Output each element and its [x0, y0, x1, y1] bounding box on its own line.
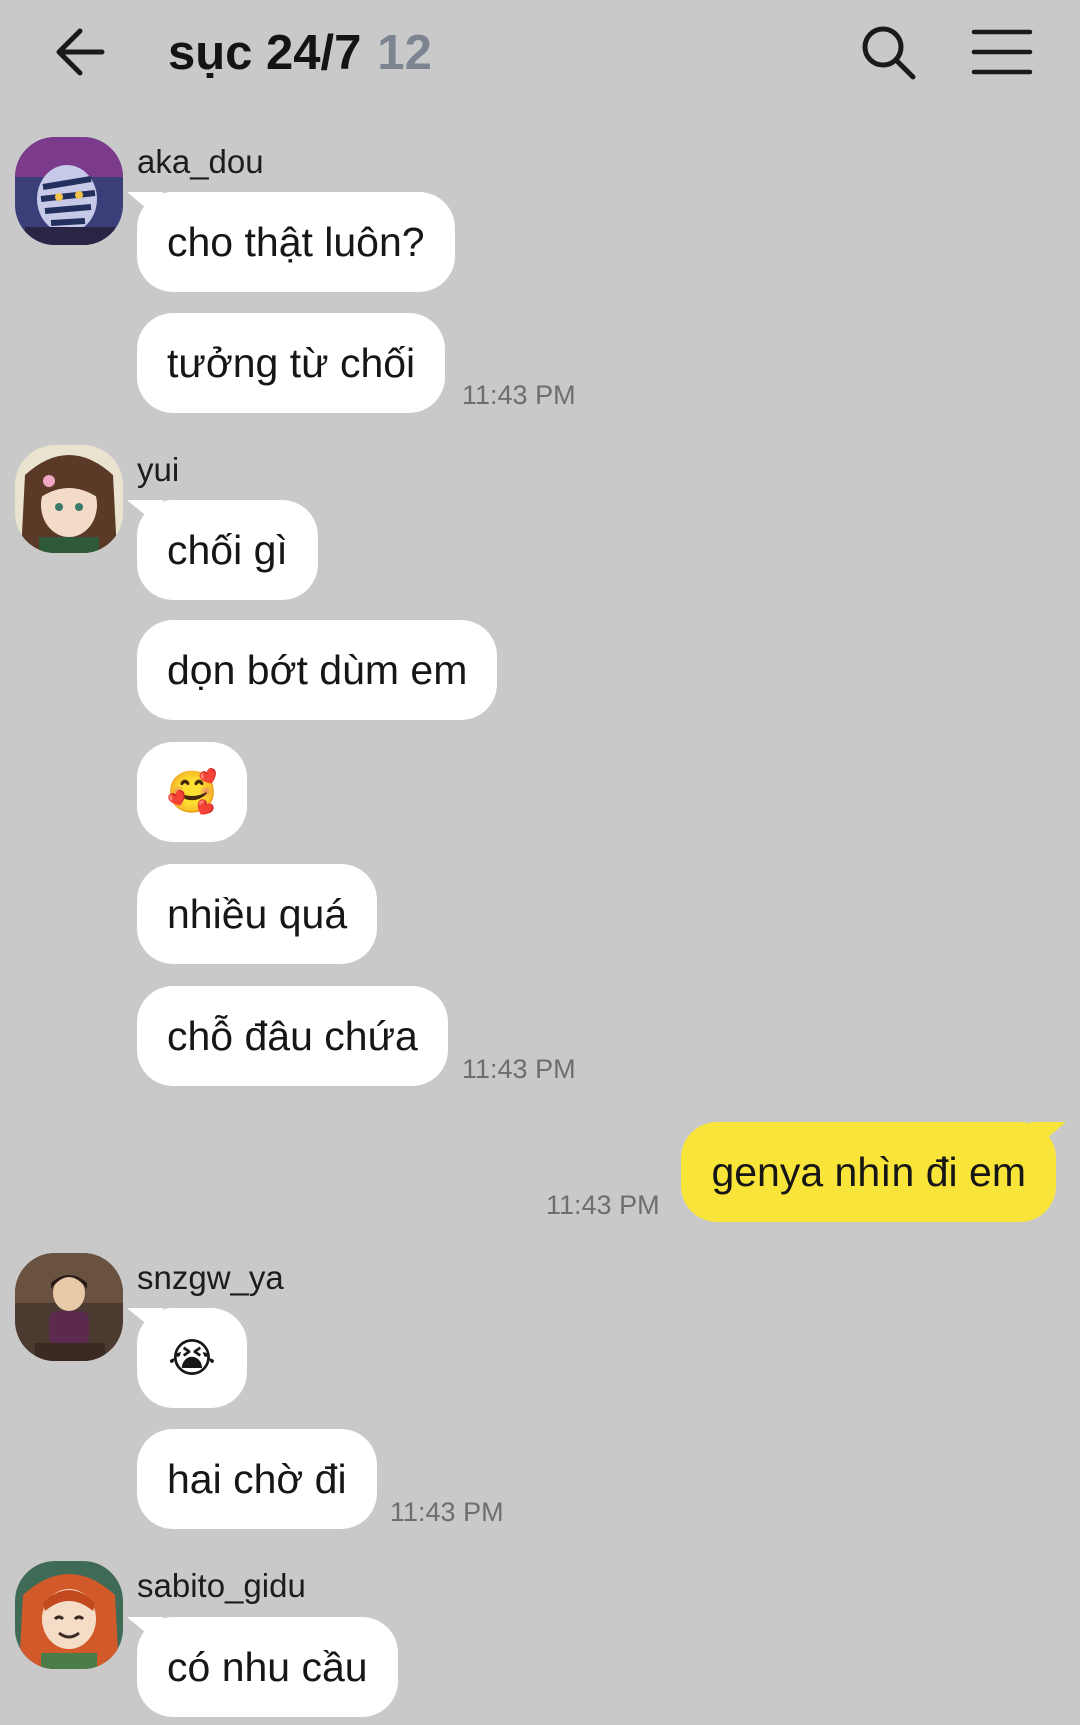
message-bubble[interactable]: nhiều quá [137, 864, 378, 964]
chat-header: sục 24/7 12 [0, 0, 1080, 110]
sender-name: yui [137, 451, 180, 488]
sender-name: aka_dou [137, 143, 264, 180]
message-bubble[interactable]: hai chờ đi [137, 1429, 377, 1529]
search-button[interactable] [858, 22, 920, 84]
avatar-snzgw-ya[interactable] [15, 1253, 123, 1361]
chat-title: sục 24/7 12 [168, 20, 432, 86]
arrow-left-icon [56, 28, 105, 76]
message-bubble[interactable]: dọn bớt dùm em [137, 620, 498, 720]
outgoing-message-bubble[interactable]: genya nhìn đi em [681, 1122, 1056, 1222]
avatar-image [15, 445, 123, 553]
avatar-image [15, 1561, 123, 1669]
sender-name: snzgw_ya [137, 1259, 284, 1296]
message-timestamp: 11:43 PM [390, 1497, 504, 1527]
avatar-aka-dou[interactable] [15, 137, 123, 245]
avatar-yui[interactable] [15, 445, 123, 553]
search-icon [862, 26, 916, 80]
message-timestamp: 11:43 PM [462, 1054, 576, 1084]
message-bubble[interactable]: tưởng từ chối [137, 313, 446, 413]
hamburger-menu-icon [971, 29, 1033, 75]
menu-button[interactable] [970, 24, 1034, 80]
group-name: sục 24/7 [168, 26, 362, 80]
sender-name: sabito_gidu [137, 1567, 306, 1604]
message-bubble[interactable]: có nhu cầu [137, 1617, 398, 1717]
message-bubble[interactable]: chối gì [137, 500, 318, 600]
avatar-image [15, 1253, 123, 1361]
message-bubble[interactable]: cho thật luôn? [137, 192, 455, 292]
emoji-message-bubble[interactable]: 🥰 [137, 742, 247, 842]
message-timestamp: 11:43 PM [462, 380, 576, 410]
avatar-sabito-gidu[interactable] [15, 1561, 123, 1669]
back-button[interactable] [50, 22, 116, 82]
avatar-image [15, 137, 123, 245]
emoji-message-bubble[interactable]: 😭 [137, 1308, 247, 1408]
message-timestamp: 11:43 PM [546, 1190, 660, 1220]
member-count: 12 [377, 26, 432, 80]
message-bubble[interactable]: chỗ đâu chứa [137, 986, 448, 1086]
